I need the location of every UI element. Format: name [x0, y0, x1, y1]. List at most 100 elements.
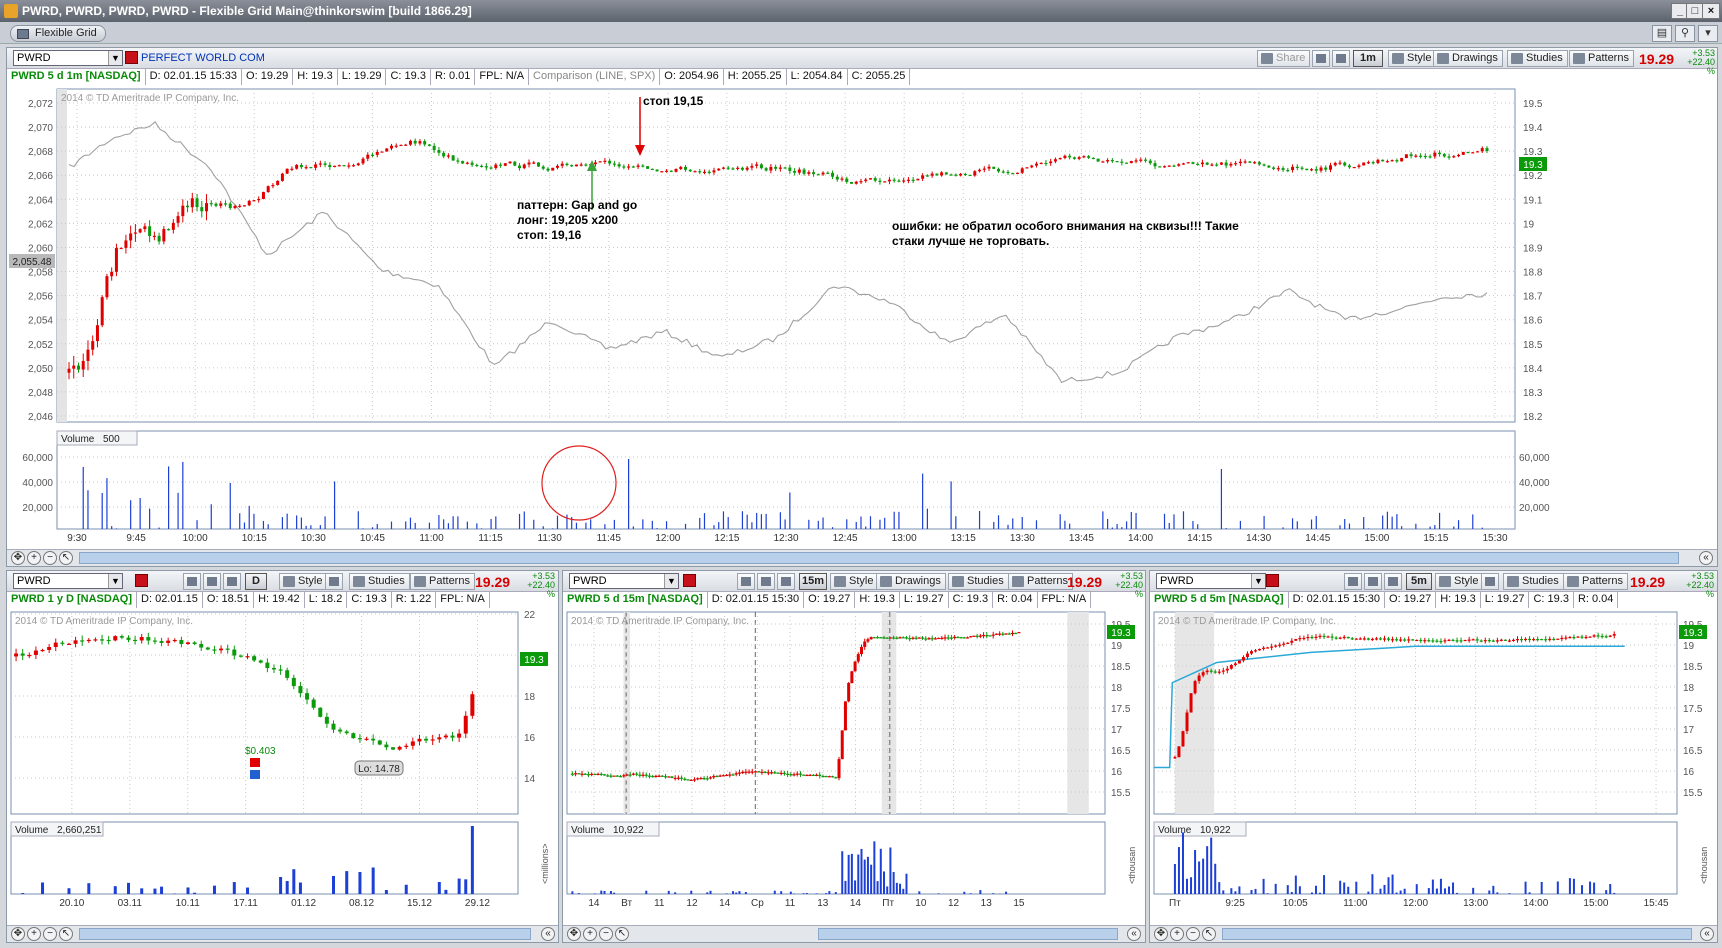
symbol-input[interactable]: PWRD ▼: [569, 573, 679, 589]
pan-icon[interactable]: ✥: [567, 927, 581, 941]
study-label[interactable]: PWRD 5 d 5m [NASDAQ]: [1150, 592, 1289, 608]
edit-icon[interactable]: [1312, 50, 1330, 67]
layout-icon[interactable]: ▤: [1652, 25, 1672, 42]
chart-info-bar: PWRD 5 d 15m [NASDAQ] D: 02.01.15 15:30 O:…: [563, 592, 1092, 608]
brush-icon[interactable]: [1384, 573, 1402, 590]
zoom-out-icon[interactable]: −: [1186, 927, 1200, 941]
expand-icon[interactable]: «: [541, 927, 555, 941]
expand-icon[interactable]: «: [1699, 551, 1713, 565]
pan-icon[interactable]: ✥: [11, 927, 25, 941]
expand-icon[interactable]: «: [1127, 927, 1141, 941]
horizontal-scrollbar[interactable]: [1222, 928, 1692, 940]
candle: [679, 166, 683, 169]
volume-value: 10,922: [1200, 825, 1231, 836]
cursor-icon[interactable]: ↖: [59, 551, 73, 565]
symbol-input[interactable]: PWRD ▼: [13, 573, 123, 589]
chevron-down-icon[interactable]: ▼: [108, 51, 122, 65]
symbol-link-icon[interactable]: [135, 574, 148, 587]
share-icon[interactable]: [1344, 573, 1362, 590]
candle: [1249, 651, 1253, 654]
pencil-icon[interactable]: [325, 573, 343, 590]
close-button[interactable]: ×: [1702, 3, 1720, 19]
symbol-link-icon[interactable]: [683, 574, 696, 587]
horizontal-scrollbar[interactable]: [818, 928, 1118, 940]
symbol-input[interactable]: PWRD ▼: [1156, 573, 1266, 589]
symbol-link-icon[interactable]: [1266, 574, 1279, 587]
study-label[interactable]: PWRD 5 d 15m [NASDAQ]: [563, 592, 708, 608]
chevron-down-icon[interactable]: ▼: [664, 574, 678, 588]
cursor-icon[interactable]: ↖: [615, 927, 629, 941]
chevron-down-icon[interactable]: ▼: [1251, 574, 1265, 588]
candle: [66, 643, 71, 645]
edit-icon[interactable]: [203, 573, 221, 590]
candle: [465, 162, 469, 164]
style-button[interactable]: Style: [830, 573, 879, 590]
pan-icon[interactable]: ✥: [1154, 927, 1168, 941]
brush-icon[interactable]: [223, 573, 241, 590]
chevron-down-icon[interactable]: ▼: [108, 574, 122, 588]
vol-axis-tick: 0: [1111, 608, 1117, 611]
share-button[interactable]: Share: [1257, 50, 1311, 67]
symbol-link-icon[interactable]: [125, 51, 138, 64]
patterns-button[interactable]: Patterns: [1569, 50, 1634, 67]
brush-icon[interactable]: [777, 573, 795, 590]
15m-price-chart[interactable]: 19.51918.51817.51716.51615.52014 © TD Am…: [563, 608, 1145, 926]
aggregation-button[interactable]: 5m: [1406, 573, 1432, 590]
edit-icon[interactable]: [757, 573, 775, 590]
zoom-out-icon[interactable]: −: [43, 551, 57, 565]
symbol-input[interactable]: PWRD ▼: [13, 50, 123, 66]
candle: [298, 686, 303, 694]
tab-flexible-grid[interactable]: Flexible Grid: [10, 25, 106, 42]
zoom-out-icon[interactable]: −: [43, 927, 57, 941]
aggregation-button[interactable]: D: [245, 573, 267, 590]
time-axis-tick: 12:15: [714, 533, 739, 544]
studies-button[interactable]: Studies: [948, 573, 1009, 590]
share-icon[interactable]: [737, 573, 755, 590]
zoom-in-icon[interactable]: +: [27, 551, 41, 565]
horizontal-scrollbar[interactable]: [79, 552, 1679, 564]
patterns-button[interactable]: Patterns: [1008, 573, 1073, 590]
drawings-button[interactable]: Drawings: [1433, 50, 1503, 67]
style-button[interactable]: Style: [1435, 573, 1484, 590]
style-button[interactable]: Style: [279, 573, 328, 590]
pencil-icon[interactable]: [1481, 573, 1499, 590]
candle: [982, 168, 986, 170]
share-icon[interactable]: [183, 573, 201, 590]
zoom-in-icon[interactable]: +: [27, 927, 41, 941]
settings-icon[interactable]: ▾: [1698, 25, 1718, 42]
study-label[interactable]: PWRD 5 d 1m [NASDAQ]: [7, 69, 146, 85]
expand-icon[interactable]: «: [1700, 927, 1714, 941]
daily-price-chart[interactable]: 22201816142014 © TD Ameritrade IP Compan…: [7, 608, 558, 926]
studies-button[interactable]: Studies: [1507, 50, 1568, 67]
cursor-icon[interactable]: ↖: [1202, 927, 1216, 941]
link-icon[interactable]: ⚲: [1675, 25, 1695, 42]
studies-button[interactable]: Studies: [1503, 573, 1564, 590]
pan-icon[interactable]: ✥: [11, 551, 25, 565]
time-axis-tick: 14:30: [1246, 533, 1271, 544]
candle: [612, 775, 616, 777]
studies-button[interactable]: Studies: [349, 573, 410, 590]
candle: [1245, 653, 1249, 658]
candle: [1181, 731, 1185, 747]
style-button[interactable]: Style: [1388, 50, 1437, 67]
aggregation-button[interactable]: 15m: [799, 573, 827, 590]
candle: [456, 160, 460, 162]
annotation-stop: стоп 19,15: [643, 94, 704, 108]
zoom-in-icon[interactable]: +: [1170, 927, 1184, 941]
zoom-out-icon[interactable]: −: [599, 927, 613, 941]
top-price-chart[interactable]: 2,072 2,070 2,068 2,066 2,064 2,062 2,060 2,058…: [7, 85, 1717, 545]
patterns-button[interactable]: Patterns: [1563, 573, 1628, 590]
brush-icon[interactable]: [1332, 50, 1350, 67]
candle: [1286, 642, 1290, 644]
study-label[interactable]: PWRD 1 y D [NASDAQ]: [7, 592, 138, 608]
aggregation-button[interactable]: 1m: [1353, 50, 1383, 67]
zoom-in-icon[interactable]: +: [583, 927, 597, 941]
horizontal-scrollbar[interactable]: [79, 928, 531, 940]
patterns-button[interactable]: Patterns: [410, 573, 475, 590]
5m-price-chart[interactable]: 19.51918.51817.51716.51615.52014 © TD Am…: [1150, 608, 1717, 926]
drawings-button[interactable]: Drawings: [876, 573, 946, 590]
cursor-icon[interactable]: ↖: [59, 927, 73, 941]
edit-icon[interactable]: [1364, 573, 1382, 590]
last-price: 19.29: [475, 574, 511, 590]
candle: [1560, 637, 1564, 640]
